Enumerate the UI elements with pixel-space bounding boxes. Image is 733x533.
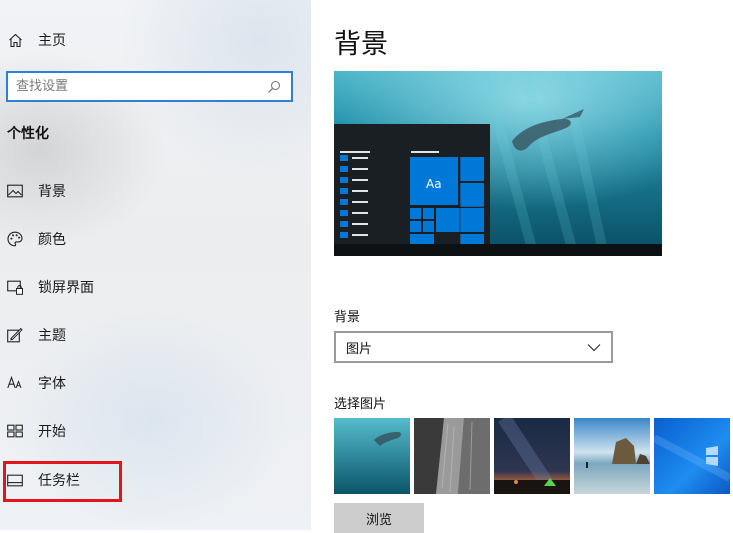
sidebar-item-label: 锁屏界面 (38, 280, 94, 296)
sidebar-item-label: 颜色 (38, 232, 66, 248)
highlight-annotation (3, 461, 122, 502)
background-field-label: 背景 (334, 310, 361, 325)
sidebar-item-label: 字体 (38, 376, 66, 392)
thumbnail-night-sky[interactable] (494, 418, 570, 494)
sidebar-item-start[interactable]: 开始 (0, 413, 311, 449)
thumbnail-underwater[interactable] (334, 418, 410, 494)
search-box (6, 71, 293, 102)
search-icon[interactable] (267, 79, 283, 95)
sidebar-item-label: 开始 (38, 424, 66, 440)
home-icon (7, 32, 23, 48)
palette-icon (7, 231, 23, 247)
start-layout-icon (7, 423, 23, 439)
sidebar-item-home[interactable]: 主页 (0, 22, 311, 58)
tile-label: Aa (426, 177, 442, 191)
browse-button[interactable]: 浏览 (334, 503, 424, 533)
chevron-down-icon (587, 340, 601, 354)
thumbnail-rock-cliff[interactable] (414, 418, 490, 494)
desktop-preview: Aa (334, 69, 662, 258)
sidebar-item-themes[interactable]: 主题 (0, 317, 311, 353)
dropdown-value: 图片 (346, 341, 373, 357)
sidebar-item-colors[interactable]: 颜色 (0, 221, 311, 257)
sidebar-item-background[interactable]: 背景 (0, 173, 311, 209)
search-input[interactable] (8, 72, 267, 101)
choose-picture-label: 选择图片 (334, 397, 387, 412)
settings-sidebar: 主页 个性化 背景 颜色 锁屏界面 主题 字体 (0, 0, 311, 530)
background-type-dropdown[interactable]: 图片 (334, 331, 613, 363)
theme-brush-icon (7, 327, 23, 343)
lock-screen-icon (7, 279, 23, 295)
thumbnail-windows[interactable] (654, 418, 730, 494)
picture-thumbnails (334, 418, 733, 494)
main-content: 背景 Aa 背景 图片 选择图片 浏览 (311, 0, 733, 533)
section-title: 个性化 (7, 126, 49, 142)
picture-icon (7, 183, 23, 199)
page-title: 背景 (334, 29, 388, 60)
sidebar-item-label: 主题 (38, 328, 66, 344)
sidebar-item-label: 背景 (38, 184, 66, 200)
sidebar-item-fonts[interactable]: 字体 (0, 365, 311, 401)
thumbnail-beach[interactable] (574, 418, 650, 494)
sidebar-item-lock-screen[interactable]: 锁屏界面 (0, 269, 311, 305)
font-icon (7, 375, 23, 391)
sidebar-item-label: 主页 (38, 33, 66, 49)
